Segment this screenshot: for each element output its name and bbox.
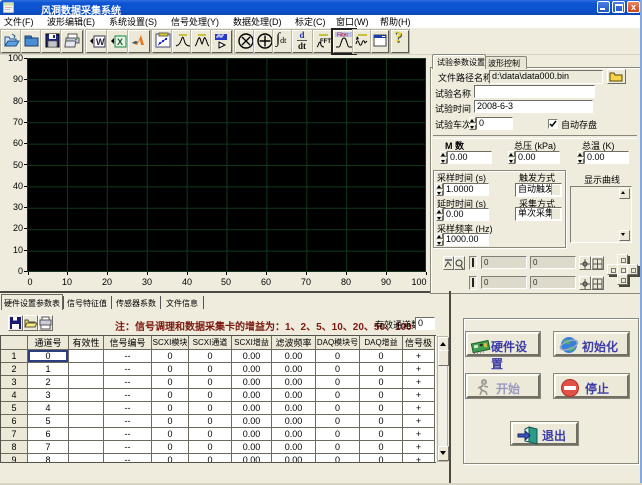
svg-text:X: X — [117, 37, 123, 47]
svg-text:W: W — [96, 37, 105, 47]
svg-text:Filter: Filter — [337, 33, 348, 39]
svg-text:FFT: FFT — [320, 39, 331, 45]
